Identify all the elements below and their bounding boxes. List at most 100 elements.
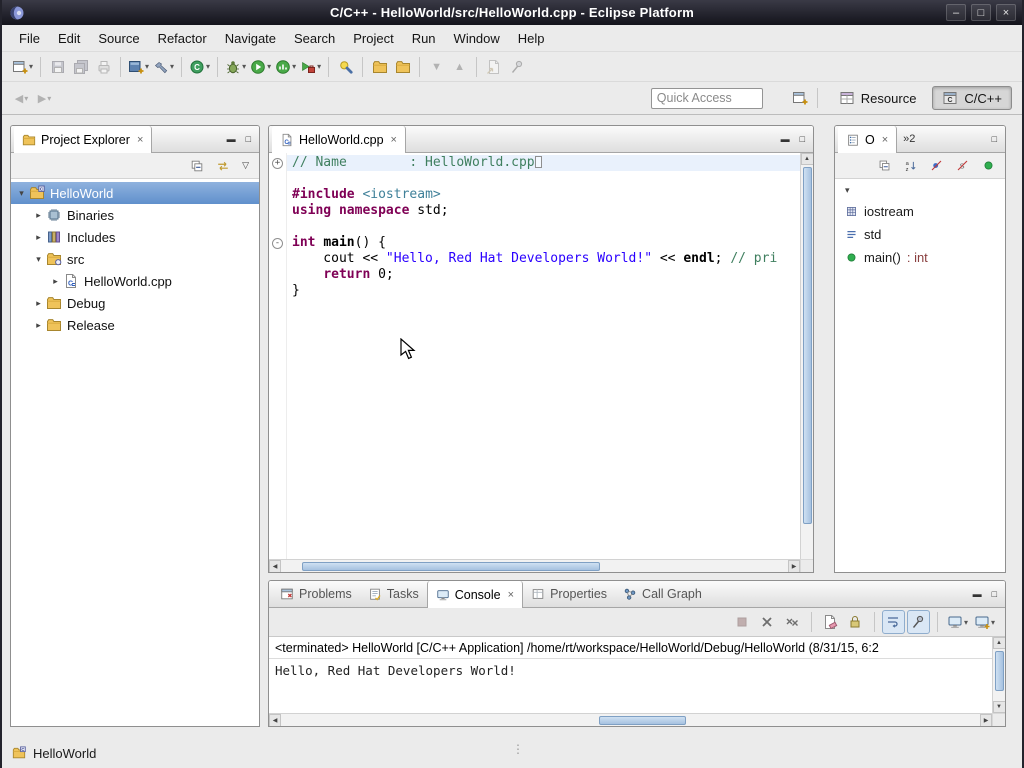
scrollbar-thumb[interactable] <box>995 651 1004 691</box>
clear-console-button[interactable] <box>819 610 842 634</box>
open-resource-button[interactable] <box>391 55 414 79</box>
maximize-view-button[interactable]: □ <box>992 590 997 599</box>
open-console-button[interactable]: ▾ <box>972 610 997 634</box>
tree-item-includes[interactable]: ▸ Includes <box>11 226 259 248</box>
profile-button[interactable]: ▾ <box>273 55 298 79</box>
build-button[interactable]: ▾ <box>151 55 176 79</box>
last-edit-location-button[interactable] <box>482 55 505 79</box>
menu-help[interactable]: Help <box>509 27 554 50</box>
perspective-resource-button[interactable]: Resource <box>829 86 927 110</box>
close-icon[interactable]: × <box>391 134 397 146</box>
sash-grip[interactable]: ⋮ <box>512 742 524 756</box>
dropdown-icon[interactable]: ▾ <box>170 62 174 71</box>
hide-non-public-button[interactable] <box>977 154 1000 178</box>
back-button[interactable]: ◀▾ <box>10 86 33 110</box>
tab-project-explorer[interactable]: Project Explorer × <box>14 126 152 153</box>
dropdown-icon[interactable]: ▾ <box>29 62 33 71</box>
new-wizard-button[interactable]: ▾ <box>10 55 35 79</box>
debug-button[interactable]: ▾ <box>223 55 248 79</box>
window-maximize-button[interactable]: □ <box>971 4 991 21</box>
expand-arrow-icon[interactable]: ▸ <box>32 320 45 331</box>
maximize-view-button[interactable]: □ <box>800 135 805 144</box>
menu-source[interactable]: Source <box>89 27 148 50</box>
hide-static-button[interactable] <box>951 154 974 178</box>
close-icon[interactable]: × <box>508 589 514 601</box>
dropdown-icon[interactable]: ▾ <box>267 62 271 71</box>
scrollb-thumb[interactable] <box>803 167 812 524</box>
print-button[interactable] <box>92 55 115 79</box>
hide-fields-button[interactable] <box>925 154 948 178</box>
tree-item-binaries[interactable]: ▸ Binaries <box>11 204 259 226</box>
save-all-button[interactable] <box>69 55 92 79</box>
run-button[interactable]: ▾ <box>248 55 273 79</box>
console-vertical-scrollbar[interactable]: ▲ ▼ <box>992 637 1005 713</box>
expand-arrow-icon[interactable]: ▸ <box>32 298 45 309</box>
dropdown-icon[interactable]: ▾ <box>47 94 51 103</box>
console-horizontal-scrollbar[interactable]: ◀ ▶ <box>269 713 992 726</box>
open-type-button[interactable] <box>368 55 391 79</box>
scroll-right-icon[interactable]: ▶ <box>980 714 992 727</box>
collapse-all-button[interactable] <box>185 154 208 178</box>
scroll-down-icon[interactable]: ▼ <box>993 701 1006 713</box>
project-explorer-tree[interactable]: ▾ HelloWorld ▸ Binaries ▸ Includes ▾ src… <box>11 179 259 726</box>
tab-outline[interactable]: O × <box>838 126 897 153</box>
dropdown-icon[interactable]: ▾ <box>964 618 968 627</box>
tab-properties[interactable]: Properties <box>523 581 615 607</box>
dropdown-icon[interactable]: ▾ <box>242 62 246 71</box>
menu-edit[interactable]: Edit <box>49 27 89 50</box>
perspective-cpp-button[interactable]: C/C++ <box>932 86 1012 110</box>
tree-item-src[interactable]: ▾ src <box>11 248 259 270</box>
expand-arrow-icon[interactable]: ▾ <box>15 188 28 199</box>
menu-project[interactable]: Project <box>344 27 402 50</box>
scrollbar-thumb[interactable] <box>302 562 599 571</box>
word-wrap-button[interactable] <box>882 610 905 634</box>
close-icon[interactable]: × <box>882 134 888 146</box>
fold-collapsed-icon[interactable]: + <box>272 158 283 169</box>
view-menu-button[interactable]: ▽ <box>237 160 254 171</box>
outline-root-arrow-icon[interactable]: ▾ <box>835 181 1005 200</box>
close-icon[interactable]: × <box>137 134 143 146</box>
terminate-button[interactable] <box>731 610 754 634</box>
expand-arrow-icon[interactable]: ▸ <box>32 232 45 243</box>
expand-arrow-icon[interactable]: ▸ <box>49 276 62 287</box>
expand-arrow-icon[interactable]: ▸ <box>32 210 45 221</box>
menu-window[interactable]: Window <box>445 27 509 50</box>
folded-region-marker[interactable] <box>535 156 542 168</box>
tab-tasks[interactable]: Tasks <box>360 581 427 607</box>
remove-launch-button[interactable] <box>756 610 779 634</box>
scroll-right-icon[interactable]: ▶ <box>788 560 800 573</box>
menu-run[interactable]: Run <box>403 27 445 50</box>
outline-item-std[interactable]: std <box>835 223 1005 246</box>
dropdown-icon[interactable]: ▾ <box>206 62 210 71</box>
open-perspective-button[interactable] <box>789 86 812 110</box>
maximize-view-button[interactable]: □ <box>246 135 251 144</box>
expand-arrow-icon[interactable]: ▾ <box>32 254 45 265</box>
tree-item-release[interactable]: ▸ Release <box>11 314 259 336</box>
scrollbar-thumb[interactable] <box>599 716 686 725</box>
pin-editor-button[interactable] <box>505 55 528 79</box>
external-tools-button[interactable]: ▾ <box>298 55 323 79</box>
tree-item-debug[interactable]: ▸ Debug <box>11 292 259 314</box>
new-cpp-project-button[interactable]: ▾ <box>126 55 151 79</box>
fold-expanded-icon[interactable]: - <box>272 238 283 249</box>
menu-search[interactable]: Search <box>285 27 344 50</box>
forward-button[interactable]: ▶▾ <box>33 86 56 110</box>
link-with-editor-button[interactable] <box>211 154 234 178</box>
dropdown-icon[interactable]: ▾ <box>145 62 149 71</box>
outline-item-iostream[interactable]: iostream <box>835 200 1005 223</box>
menu-refactor[interactable]: Refactor <box>149 27 216 50</box>
pin-console-button[interactable] <box>907 610 930 634</box>
tree-item-helloworld-cpp[interactable]: ▸ HelloWorld.cpp <box>11 270 259 292</box>
tab-console[interactable]: Console × <box>427 581 523 608</box>
scroll-left-icon[interactable]: ◀ <box>269 560 281 573</box>
new-class-button[interactable]: ▾ <box>187 55 212 79</box>
display-selected-console-button[interactable]: ▾ <box>945 610 970 634</box>
tree-item-helloworld[interactable]: ▾ HelloWorld <box>11 182 259 204</box>
dropdown-icon[interactable]: ▾ <box>24 94 28 103</box>
remove-all-launches-button[interactable] <box>781 610 804 634</box>
sort-button[interactable] <box>899 154 922 178</box>
dropdown-icon[interactable]: ▾ <box>292 62 296 71</box>
collapse-all-button[interactable] <box>873 154 896 178</box>
window-close-button[interactable]: × <box>996 4 1016 21</box>
tab-helloworld-cpp[interactable]: HelloWorld.cpp × <box>272 126 406 153</box>
